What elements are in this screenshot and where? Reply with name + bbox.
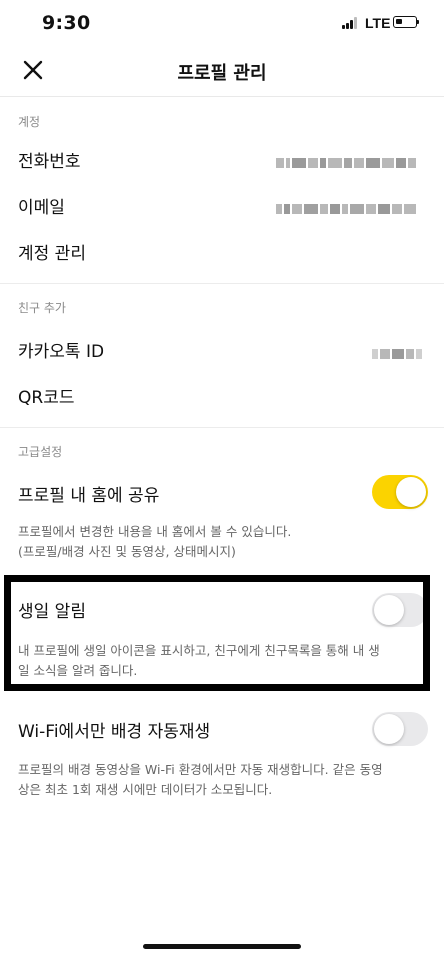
wifi-autoplay-row-label: Wi-Fi에서만 배경 자동재생 (18, 722, 211, 742)
page-title: 프로필 관리 (177, 63, 267, 84)
home-indicator[interactable] (143, 944, 301, 949)
wifi-autoplay-description-line1: 프로필의 배경 동영상을 Wi-Fi 환경에서만 자동 재생합니다. 같은 동영 (18, 762, 383, 777)
status-bar: 9:30 LTE (0, 0, 444, 46)
kakao-id-row-label[interactable]: 카카오톡 ID (18, 337, 104, 362)
kakao-id-value-masked (372, 343, 424, 359)
share-home-toggle[interactable] (372, 475, 428, 509)
status-time: 9:30 (42, 12, 91, 34)
network-label: LTE (365, 15, 391, 31)
nav-bar: 프로필 관리 (0, 46, 444, 97)
birthday-alert-toggle[interactable] (372, 593, 428, 627)
share-home-description-line2: (프로필/배경 사진 및 동영상, 상태메시지) (18, 544, 236, 559)
battery-icon (393, 16, 419, 28)
wifi-autoplay-description-line2: 상은 최초 1회 재생 시에만 데이터가 소모됩니다. (18, 782, 273, 797)
birthday-alert-description-line2: 일 소식을 알려 줍니다. (18, 663, 138, 678)
phone-value-masked (276, 152, 418, 168)
birthday-alert-description-line1: 내 프로필에 생일 아이콘을 표시하고, 친구에게 친구목록을 통해 내 생 (18, 643, 380, 658)
email-row-label[interactable]: 이메일 (18, 193, 65, 218)
divider (0, 283, 444, 284)
share-home-description-line1: 프로필에서 변경한 내용을 내 홈에서 볼 수 있습니다. (18, 524, 292, 539)
signal-icon (342, 17, 360, 29)
divider (0, 427, 444, 428)
account-manage-row[interactable]: 계정 관리 (18, 239, 86, 264)
section-label-account: 계정 (18, 115, 41, 129)
birthday-alert-row-label: 생일 알림 (18, 602, 86, 622)
wifi-autoplay-toggle[interactable] (372, 712, 428, 746)
email-value-masked (276, 198, 418, 214)
section-label-advanced: 고급설정 (18, 445, 63, 459)
phone-row-label[interactable]: 전화번호 (18, 147, 81, 172)
section-label-add-friend: 친구 추가 (18, 301, 66, 315)
share-home-row-label: 프로필 내 홈에 공유 (18, 486, 160, 506)
qr-code-row-label[interactable]: QR코드 (18, 383, 74, 408)
